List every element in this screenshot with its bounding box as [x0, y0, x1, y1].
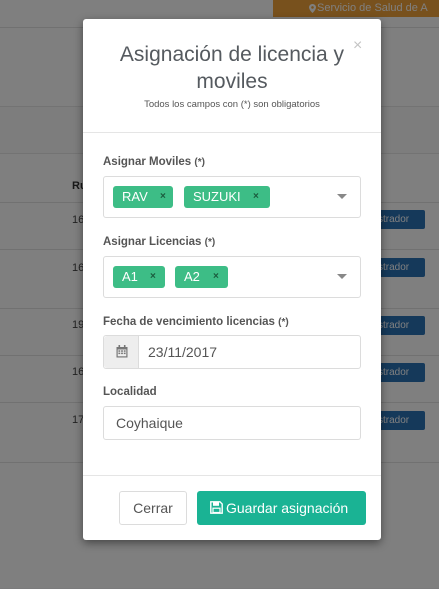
assignment-modal: Asignación de licencia y moviles Todos l… — [83, 19, 381, 540]
tag-remove-icon[interactable]: × — [213, 266, 219, 288]
modal-footer: Cerrar Guardar asignación — [83, 475, 381, 540]
floppy-disk-icon — [210, 501, 223, 514]
tag-remove-icon[interactable]: × — [160, 186, 166, 208]
localidad-field[interactable]: Coyhaique — [103, 406, 361, 440]
licencias-label-text: Asignar Licencias — [103, 236, 202, 248]
required-mark: (*) — [278, 317, 289, 328]
fecha-label: Fecha de vencimiento licencias (*) — [103, 316, 289, 328]
save-button-label: Guardar asignación — [226, 500, 349, 516]
selected-tag: A1 × — [113, 266, 165, 288]
tag-label: RAV — [122, 189, 148, 204]
localidad-label-text: Localidad — [103, 386, 157, 398]
localidad-input[interactable]: Coyhaique — [116, 407, 183, 439]
tag-label: A2 — [184, 269, 200, 284]
fecha-input-group: 23/11/2017 — [103, 335, 361, 369]
modal-title: Asignación de licencia y moviles — [119, 43, 345, 93]
tag-remove-icon[interactable]: × — [150, 266, 156, 288]
moviles-label-text: Asignar Moviles — [103, 156, 192, 168]
selected-tag: RAV × — [113, 186, 173, 208]
save-assignment-button[interactable]: Guardar asignación — [197, 491, 366, 525]
tag-label: A1 — [122, 269, 138, 284]
localidad-label: Localidad — [103, 386, 157, 398]
modal-subtitle: Todos los campos con (*) son obligatorio… — [144, 99, 320, 110]
chevron-down-icon[interactable] — [337, 274, 347, 279]
required-mark: (*) — [204, 237, 216, 248]
selected-tag: A2 × — [175, 266, 228, 288]
fecha-label-text: Fecha de vencimiento licencias — [103, 316, 275, 328]
moviles-label: Asignar Moviles (*) — [103, 156, 205, 168]
licencias-label: Asignar Licencias (*) — [103, 236, 215, 248]
tag-remove-icon[interactable]: × — [253, 186, 259, 208]
required-mark: (*) — [194, 157, 205, 168]
selected-tag: SUZUKI × — [184, 186, 270, 208]
licencias-multiselect[interactable]: A1 × A2 × — [103, 256, 361, 298]
modal-header: Asignación de licencia y moviles Todos l… — [83, 19, 381, 133]
calendar-icon — [116, 345, 128, 358]
tag-label: SUZUKI — [193, 189, 241, 204]
chevron-down-icon[interactable] — [337, 194, 347, 199]
moviles-multiselect[interactable]: RAV × SUZUKI × — [103, 176, 361, 218]
cancel-button[interactable]: Cerrar — [119, 491, 187, 525]
fecha-input[interactable]: 23/11/2017 — [148, 336, 217, 368]
close-icon[interactable]: × — [353, 37, 362, 55]
calendar-addon[interactable] — [104, 336, 139, 368]
